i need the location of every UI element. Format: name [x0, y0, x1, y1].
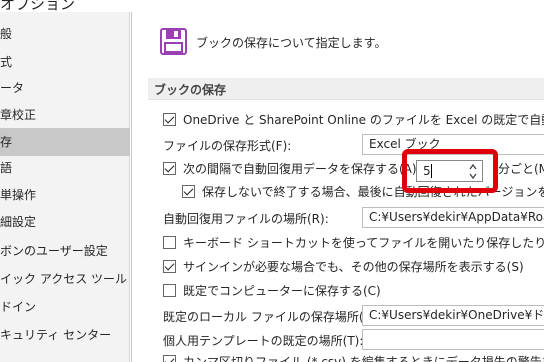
sidebar-item-label: ボンのユーザー設定	[0, 244, 108, 258]
sidebar-item-label: 般	[0, 27, 13, 41]
csv-warning-label: カンマ区切りファイル (*.csv) を編集するときにデータ損失の警告を表示する	[183, 355, 544, 362]
autorecover-unit-label: 分ごと(M)	[498, 162, 544, 176]
sidebar-item-advanced[interactable]: 細設定	[0, 208, 130, 236]
autorecover-checkbox[interactable]	[163, 162, 176, 175]
excel-options-dialog: オプション 般 式 ータ 章校正 存 語 単操作 細設定 ボンのユーザー設定 イ…	[0, 0, 544, 362]
sidebar-item-language[interactable]: 語	[0, 154, 130, 182]
default-local-location-input[interactable]: C:¥Users¥dekir¥OneDrive¥ドキュメント	[362, 305, 544, 326]
sidebar-item-quick-access-toolbar[interactable]: イック アクセス ツール バー	[0, 265, 130, 293]
sidebar-item-trust-center[interactable]: キュリティ センター	[0, 321, 130, 349]
save-icon	[160, 28, 187, 55]
save-to-computer-checkbox[interactable]	[163, 284, 176, 297]
autorecover-location-input[interactable]: C:¥Users¥dekir¥AppData¥Roaming¥Microsoft…	[362, 207, 544, 228]
autorecover-location-label: 自動回復用ファイルの場所(R):	[163, 212, 329, 226]
sidebar-item-label: 語	[0, 161, 13, 175]
options-sidebar: 般 式 ータ 章校正 存 語 単操作 細設定 ボンのユーザー設定 イック アクセ…	[0, 12, 130, 362]
sidebar-item-general[interactable]: 般	[0, 20, 130, 48]
show-additional-places-checkbox[interactable]	[163, 260, 176, 273]
sidebar-item-label: 細設定	[0, 215, 37, 229]
save-options-pane: ブックの保存について指定します。 ブックの保存 OneDrive と Share…	[131, 12, 544, 362]
onedrive-autosave-checkbox[interactable]	[163, 113, 176, 126]
title-bar: オプション	[0, 0, 544, 13]
sidebar-item-label: 単操作	[0, 188, 37, 202]
sidebar-item-label: イック アクセス ツール バー	[0, 272, 130, 286]
keyboard-backstage-label: キーボード ショートカットを使ってファイルを開いたり保存したりするときに Bac…	[183, 236, 544, 250]
csv-warning-checkbox[interactable]	[163, 355, 176, 362]
highlight-frame	[402, 149, 498, 193]
file-format-label: ファイルの保存形式(F):	[163, 139, 292, 153]
keep-last-version-checkbox[interactable]	[182, 185, 195, 198]
personal-templates-input[interactable]	[362, 329, 544, 350]
page-title: ブックの保存について指定します。	[196, 36, 387, 50]
sidebar-item-data[interactable]: ータ	[0, 74, 130, 102]
onedrive-autosave-label: OneDrive と SharePoint Online のファイルを Exce…	[183, 113, 544, 127]
sidebar-item-save[interactable]: 存	[0, 128, 130, 156]
autorecover-label: 次の間隔で自動回復用データを保存する(A)	[183, 162, 417, 176]
default-local-location-label: 既定のローカル ファイルの保存場所(I):	[163, 310, 376, 324]
sidebar-item-label: キュリティ センター	[0, 328, 112, 342]
keyboard-backstage-checkbox[interactable]	[163, 236, 176, 249]
sidebar-item-customize-ribbon[interactable]: ボンのユーザー設定	[0, 237, 130, 265]
personal-templates-label: 個人用テンプレートの既定の場所(T):	[163, 334, 364, 348]
section-title: ブックの保存	[154, 83, 227, 97]
section-header: ブックの保存	[148, 78, 544, 100]
sidebar-item-label: ドイン	[0, 300, 37, 314]
save-to-computer-label: 既定でコンピューターに保存する(C)	[183, 284, 381, 298]
sidebar-item-formulas[interactable]: 式	[0, 48, 130, 76]
sidebar-item-proofing[interactable]: 章校正	[0, 101, 130, 129]
sidebar-item-label: ータ	[0, 81, 25, 95]
sidebar-item-addins[interactable]: ドイン	[0, 293, 130, 321]
show-additional-places-label: サインインが必要な場合でも、その他の保存場所を表示する(S)	[183, 260, 524, 274]
sidebar-item-label: 存	[0, 135, 13, 149]
sidebar-item-accessibility[interactable]: 単操作	[0, 181, 130, 209]
sidebar-item-label: 章校正	[0, 108, 37, 122]
sidebar-item-label: 式	[0, 55, 13, 69]
